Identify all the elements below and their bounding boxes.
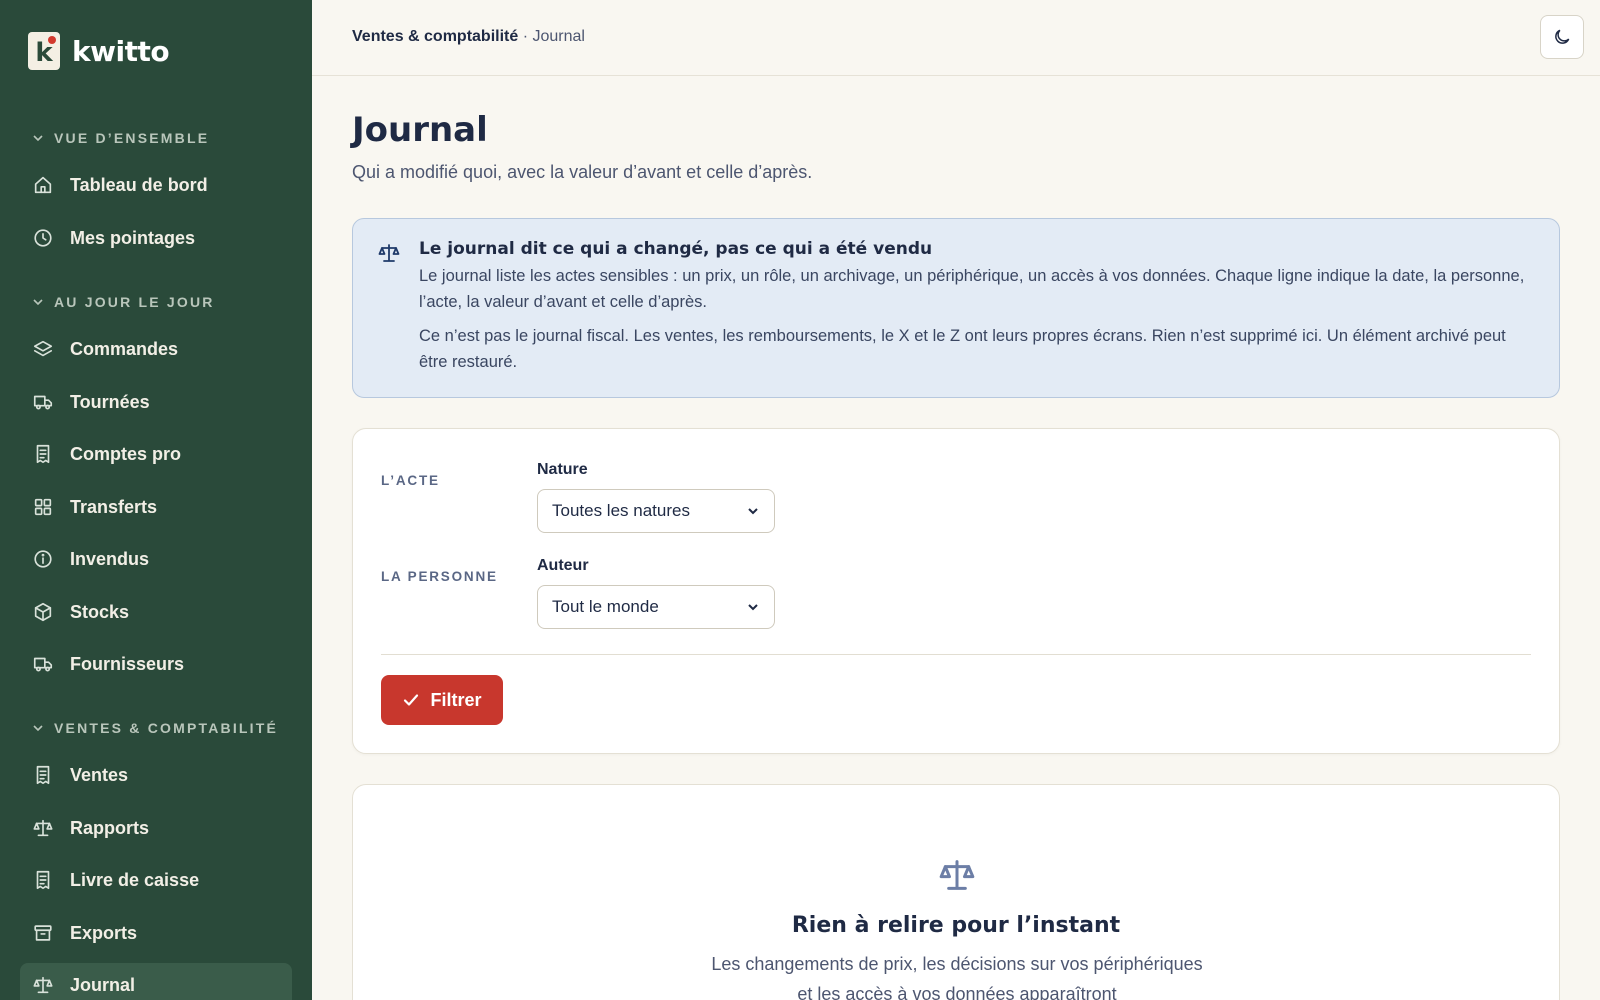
receipt-icon	[32, 764, 54, 786]
page-subtitle: Qui a modifié quoi, avec la valeur d’ava…	[352, 162, 813, 182]
nav-group-vue-ensemble[interactable]: VUE D’ENSEMBLE	[32, 130, 209, 146]
sidebar-item-mes-pointages[interactable]: Mes pointages	[20, 216, 292, 260]
empty-state-text: Les changements de prix, les décisions s…	[711, 954, 1203, 1000]
filter-button[interactable]: Filtrer	[381, 675, 503, 725]
moon-icon	[1555, 29, 1570, 44]
sidebar-item-invendus[interactable]: Invendus	[20, 537, 292, 581]
divider	[381, 654, 1531, 655]
breadcrumb-separator: ·	[522, 28, 529, 45]
page-title: Journal	[352, 110, 488, 150]
section-label-personne: LA PERSONNE	[381, 569, 498, 584]
chevron-down-icon	[33, 299, 43, 306]
archive-icon	[32, 922, 54, 944]
brand-name: kwitto	[72, 34, 170, 68]
sidebar-item-journal[interactable]: Journal	[20, 963, 292, 1000]
nature-select-value: Toutes les natures	[552, 501, 690, 520]
chevron-down-icon	[748, 604, 758, 611]
breadcrumb: Ventes & comptabilité · Journal	[352, 28, 585, 46]
receipt-icon	[32, 869, 54, 891]
nature-label: Nature	[537, 461, 588, 478]
sidebar-item-rapports[interactable]: Rapports	[20, 806, 292, 850]
truck-icon	[32, 391, 54, 413]
sidebar-item-tableau-de-bord[interactable]: Tableau de bord	[20, 163, 292, 207]
nature-select[interactable]: Toutes les natures	[537, 489, 775, 533]
filter-card: L’ACTE Nature Toutes les natures LA PERS…	[352, 428, 1560, 754]
scale-icon	[937, 855, 977, 895]
chevron-down-icon	[748, 508, 758, 515]
sidebar-item-comptes-pro[interactable]: Comptes pro	[20, 432, 292, 476]
breadcrumb-root[interactable]: Ventes & comptabilité	[352, 28, 518, 45]
info-callout-paragraph: Ce n’est pas le journal fiscal. Les vent…	[419, 327, 1506, 371]
sidebar: k kwitto VUE D’ENSEMBLE Tableau de bord …	[0, 0, 312, 1000]
home-icon	[32, 174, 54, 196]
brand[interactable]: k kwitto	[28, 32, 170, 70]
scale-icon	[32, 817, 54, 839]
author-select-value: Tout le monde	[552, 597, 659, 616]
check-icon	[404, 694, 419, 706]
sidebar-item-fournisseurs[interactable]: Fournisseurs	[20, 642, 292, 686]
scale-icon	[32, 974, 54, 996]
author-select[interactable]: Tout le monde	[537, 585, 775, 629]
empty-state-card: Rien à relire pour l’instant Les changem…	[352, 784, 1560, 1000]
author-label: Auteur	[537, 557, 589, 574]
empty-state-title: Rien à relire pour l’instant	[791, 913, 1121, 938]
truck-icon	[32, 653, 54, 675]
nav-group-ventes-comptabilite[interactable]: VENTES & COMPTABILITÉ	[32, 720, 278, 736]
breadcrumb-current: Journal	[532, 28, 585, 45]
brand-logo-letter: k	[35, 38, 53, 68]
info-callout-paragraph: Le journal liste les actes sensibles : u…	[419, 267, 1525, 311]
sidebar-item-livre-de-caisse[interactable]: Livre de caisse	[20, 858, 292, 902]
info-callout-title: Le journal dit ce qui a changé, pas ce q…	[419, 239, 933, 259]
sidebar-item-transferts[interactable]: Transferts	[20, 485, 292, 529]
chevron-down-icon	[33, 725, 43, 732]
sidebar-item-tournees[interactable]: Tournées	[20, 380, 292, 424]
info-callout: Le journal dit ce qui a changé, pas ce q…	[352, 218, 1560, 398]
sidebar-item-ventes[interactable]: Ventes	[20, 753, 292, 797]
sidebar-item-commandes[interactable]: Commandes	[20, 327, 292, 371]
nav-group-au-jour-le-jour[interactable]: AU JOUR LE JOUR	[32, 294, 215, 310]
clock-icon	[32, 227, 54, 249]
info-icon	[32, 548, 54, 570]
chevron-down-icon	[33, 135, 43, 142]
grid-icon	[32, 496, 54, 518]
receipt-icon	[32, 443, 54, 465]
theme-toggle-button[interactable]	[1540, 15, 1584, 59]
scale-icon	[377, 241, 401, 265]
sidebar-item-exports[interactable]: Exports	[20, 911, 292, 955]
brand-logo: k	[28, 32, 60, 70]
box-icon	[32, 601, 54, 623]
topbar: Ventes & comptabilité · Journal	[312, 0, 1600, 76]
sidebar-item-stocks[interactable]: Stocks	[20, 590, 292, 634]
section-label-acte: L’ACTE	[381, 473, 440, 488]
layers-icon	[32, 338, 54, 360]
